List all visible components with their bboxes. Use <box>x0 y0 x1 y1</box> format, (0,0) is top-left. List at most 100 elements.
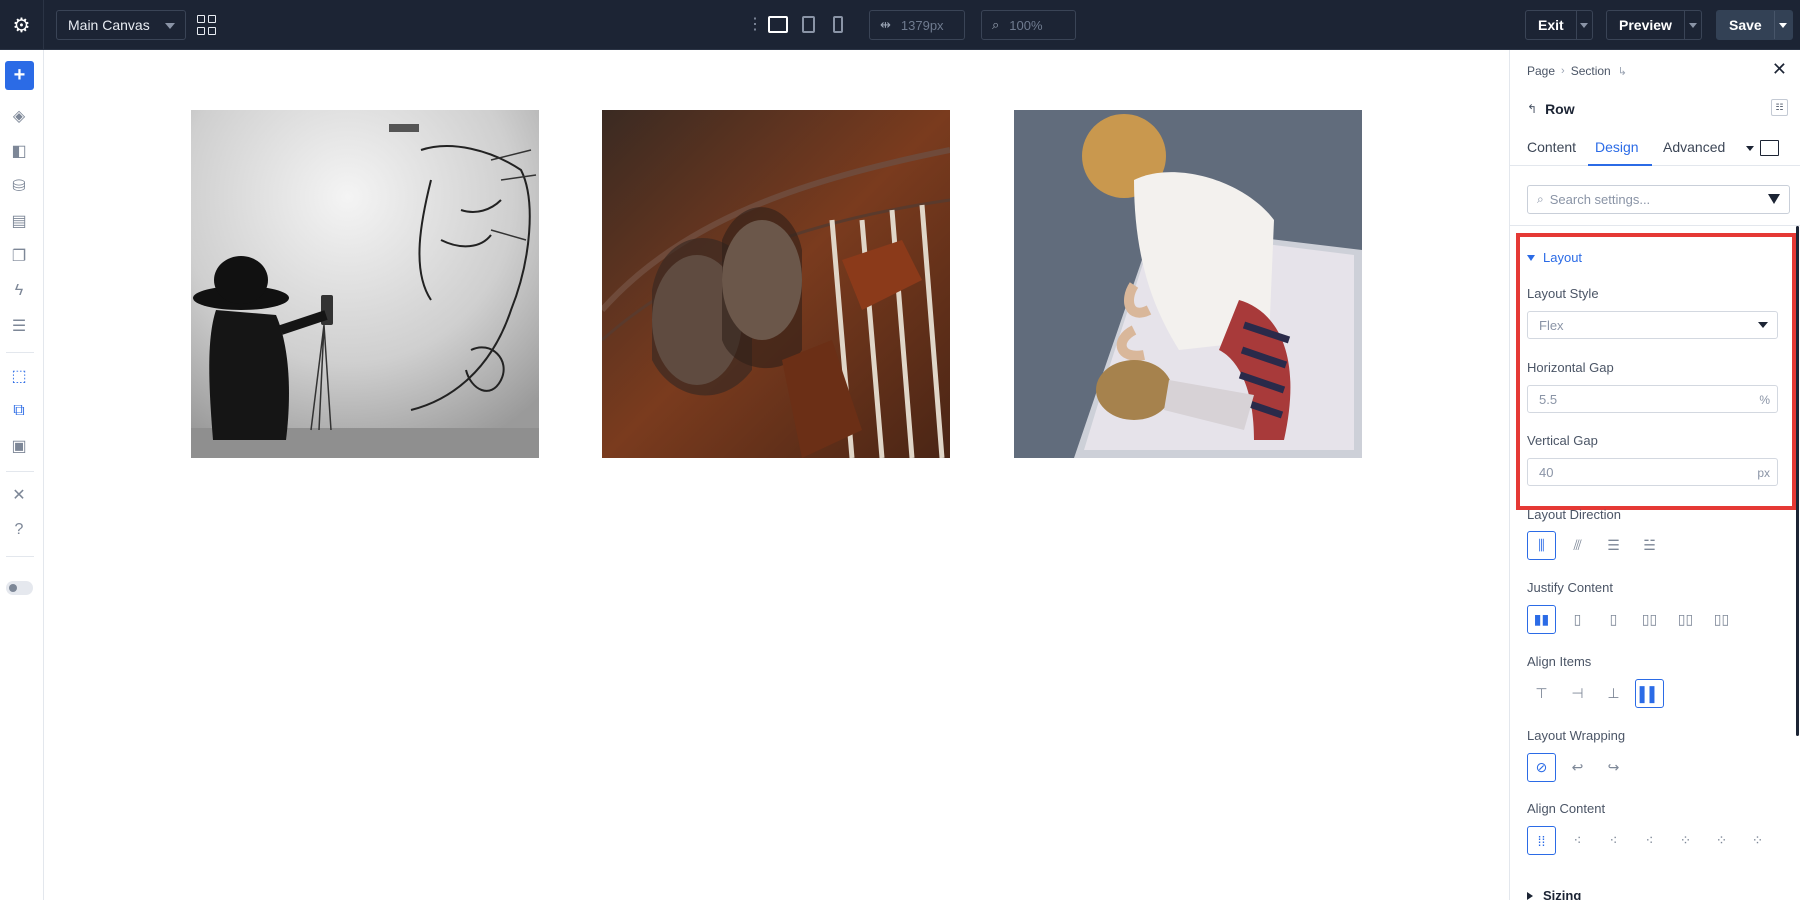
preview-label: Preview <box>1619 17 1672 33</box>
justify-start-icon[interactable]: ▮▮ <box>1527 605 1556 634</box>
canvas-select[interactable]: Main Canvas <box>56 10 186 40</box>
panel-scrollbar[interactable] <box>1796 226 1799 736</box>
justify-content-options: ▮▮ ▯ ▯ ▯▯ ▯▯ ▯▯ <box>1527 605 1743 634</box>
pages-icon[interactable]: ❐ <box>8 245 30 267</box>
exit-button[interactable]: Exit <box>1525 10 1593 40</box>
layout-direction-options: ⫼ ⫻ ☰ ☱ <box>1527 531 1671 560</box>
search-icon: ⌕ <box>1537 192 1544 206</box>
tab-advanced[interactable]: Advanced <box>1663 139 1725 155</box>
theme-toggle-icon[interactable] <box>6 581 33 595</box>
form-icon[interactable]: ▤ <box>8 210 30 232</box>
sizing-section-toggle[interactable]: Sizing <box>1527 888 1581 900</box>
direction-row-icon[interactable]: ⫼ <box>1527 531 1556 560</box>
filter-icon[interactable] <box>1768 194 1780 204</box>
direction-column-icon[interactable]: ☰ <box>1599 531 1628 560</box>
multi-select-icon[interactable]: ⧉ <box>8 400 30 422</box>
wrap-icon[interactable]: ↩ <box>1563 753 1592 782</box>
align-content-end-icon[interactable]: ⁖ <box>1635 826 1664 855</box>
exit-dropdown-icon[interactable] <box>1575 11 1592 39</box>
divider <box>6 556 34 557</box>
breadcrumb-section[interactable]: Section <box>1571 64 1611 78</box>
top-toolbar: ⚙ Main Canvas ⋮ ⇹ 1379px ⌕ 100% Exit Pre… <box>0 0 1800 50</box>
tools-icon[interactable]: ✕ <box>8 484 30 506</box>
justify-center-icon[interactable]: ▯ <box>1563 605 1592 634</box>
gallery-image-2[interactable] <box>602 110 950 458</box>
wrap-reverse-icon[interactable]: ↪ <box>1599 753 1628 782</box>
grid-icon[interactable] <box>197 15 217 35</box>
layers-icon[interactable]: ◈ <box>8 105 30 127</box>
chevron-down-icon[interactable] <box>1746 146 1754 151</box>
direction-column-reverse-icon[interactable]: ☱ <box>1635 531 1664 560</box>
add-icon[interactable]: + <box>5 61 34 90</box>
desktop-icon[interactable] <box>768 16 788 33</box>
tablet-icon[interactable] <box>802 16 815 33</box>
save-label: Save <box>1729 17 1762 33</box>
layout-direction-label: Layout Direction <box>1527 507 1621 522</box>
align-stretch-icon[interactable]: ▌▌ <box>1635 679 1664 708</box>
save-button[interactable]: Save <box>1716 10 1793 40</box>
breadcrumb-page[interactable]: Page <box>1527 64 1555 78</box>
align-items-options: ⊤ ⊣ ⊥ ▌▌ <box>1527 679 1671 708</box>
align-content-center-icon[interactable]: ⁖ <box>1599 826 1628 855</box>
canvas-width-value: 1379px <box>900 17 944 33</box>
left-sidebar: + ◈ ◧ ⛁ ▤ ❐ ϟ ☰ ⬚ ⧉ ▣ ✕ ? <box>0 50 44 900</box>
preview-dropdown-icon[interactable] <box>1683 11 1701 39</box>
justify-end-icon[interactable]: ▯ <box>1599 605 1628 634</box>
width-icon: ⇹ <box>880 17 891 32</box>
preview-icon[interactable]: ▣ <box>8 435 30 457</box>
layout-icon[interactable]: ☰ <box>8 315 30 337</box>
chevron-right-icon: › <box>1561 65 1565 77</box>
zoom-field[interactable]: ⌕ 100% <box>981 10 1076 40</box>
align-content-between-icon[interactable]: ⁘ <box>1671 826 1700 855</box>
back-arrow-icon[interactable]: ↰ <box>1527 102 1537 116</box>
align-content-stretch-icon[interactable]: ⁘ <box>1743 826 1772 855</box>
search-input[interactable]: ⌕ Search settings... <box>1527 185 1790 214</box>
layout-wrapping-label: Layout Wrapping <box>1527 728 1626 743</box>
justify-between-icon[interactable]: ▯▯ <box>1635 605 1664 634</box>
layout-wrapping-options: ⊘ ↩ ↪ <box>1527 753 1635 782</box>
align-items-label: Align Items <box>1527 654 1592 669</box>
close-icon[interactable]: ✕ <box>1772 59 1787 80</box>
canvas-width-field[interactable]: ⇹ 1379px <box>869 10 965 40</box>
panel-title-label: Row <box>1545 101 1575 117</box>
gallery-image-1[interactable] <box>191 110 539 458</box>
no-wrap-icon[interactable]: ⊘ <box>1527 753 1556 782</box>
options-icon[interactable]: ☷ <box>1771 99 1788 116</box>
lightning-icon[interactable]: ϟ <box>8 280 30 302</box>
align-content-top-icon[interactable]: ⁖ <box>1563 826 1592 855</box>
preview-button[interactable]: Preview <box>1606 10 1702 40</box>
align-content-around-icon[interactable]: ⁘ <box>1707 826 1736 855</box>
direction-row-reverse-icon[interactable]: ⫻ <box>1563 531 1592 560</box>
align-end-icon[interactable]: ⊥ <box>1599 679 1628 708</box>
settings-panel: Page › Section ↳ ✕ ↰ Row ☷ Content Desig… <box>1509 50 1800 900</box>
justify-around-icon[interactable]: ▯▯ <box>1671 605 1700 634</box>
tab-design[interactable]: Design <box>1595 139 1639 155</box>
gallery-image-3[interactable] <box>1014 110 1362 458</box>
return-arrow-icon: ↳ <box>1617 65 1627 78</box>
divider <box>6 352 34 353</box>
database-icon[interactable]: ⛁ <box>8 175 30 197</box>
presets-icon[interactable]: ◧ <box>8 140 30 162</box>
more-vertical-icon[interactable]: ⋮ <box>747 15 763 35</box>
sizing-section-label: Sizing <box>1543 888 1582 900</box>
breadcrumb: Page › Section ↳ <box>1527 64 1627 78</box>
help-icon[interactable]: ? <box>8 519 30 541</box>
active-tab-indicator <box>1588 164 1652 166</box>
save-dropdown-icon[interactable] <box>1773 11 1792 39</box>
highlight-box <box>1516 233 1796 510</box>
select-icon[interactable]: ⬚ <box>8 365 30 387</box>
tab-content[interactable]: Content <box>1527 139 1576 155</box>
search-placeholder: Search settings... <box>1549 192 1651 207</box>
align-content-start-icon[interactable]: ⁞⁞ <box>1527 826 1556 855</box>
justify-content-label: Justify Content <box>1527 580 1613 595</box>
align-center-icon[interactable]: ⊣ <box>1563 679 1592 708</box>
panel-title: ↰ Row <box>1527 101 1575 117</box>
main-canvas[interactable] <box>45 50 1509 900</box>
align-content-options: ⁞⁞ ⁖ ⁖ ⁖ ⁘ ⁘ ⁘ <box>1527 826 1779 855</box>
align-start-icon[interactable]: ⊤ <box>1527 679 1556 708</box>
phone-icon[interactable] <box>833 16 843 33</box>
preset-box-icon[interactable] <box>1760 140 1779 156</box>
gear-icon[interactable]: ⚙ <box>0 0 44 50</box>
zoom-icon: ⌕ <box>992 17 1000 32</box>
justify-evenly-icon[interactable]: ▯▯ <box>1707 605 1736 634</box>
